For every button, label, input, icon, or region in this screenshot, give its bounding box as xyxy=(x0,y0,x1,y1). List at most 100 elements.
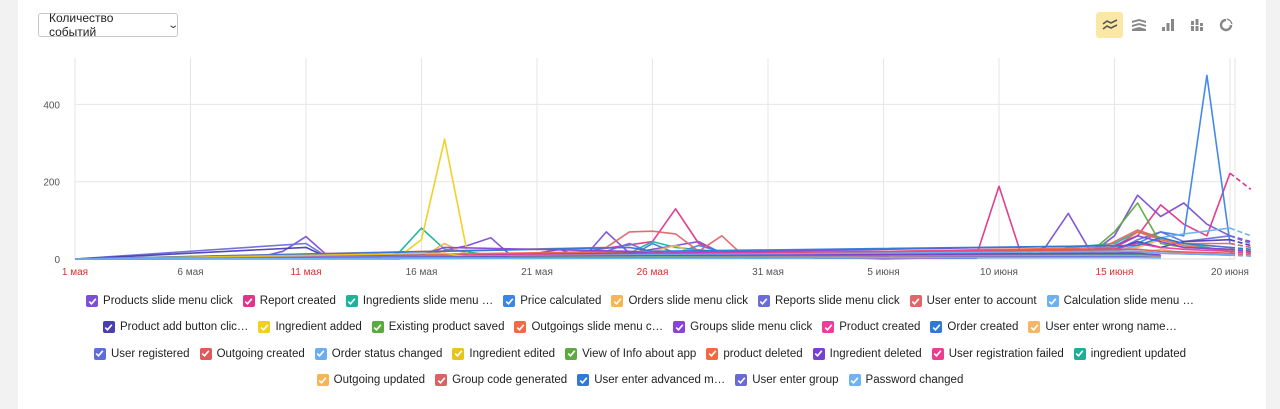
x-tick-label: 15 июня xyxy=(1096,267,1134,278)
x-tick-label: 26 мая xyxy=(637,267,669,278)
checkbox-checked-icon[interactable] xyxy=(812,347,825,360)
series-line-forecast xyxy=(1229,254,1251,257)
legend-label: User registration failed xyxy=(948,347,1064,360)
legend-item[interactable]: Products slide menu click xyxy=(86,295,233,308)
legend-label: Product add button clic… xyxy=(119,321,249,334)
legend-label: Groups slide menu click xyxy=(690,321,813,334)
legend-label: User enter advanced m… xyxy=(594,374,726,387)
legend-label: product deleted xyxy=(723,347,803,360)
legend-item[interactable]: Product add button clic… xyxy=(102,321,249,334)
legend-label: Product created xyxy=(839,321,921,334)
legend-item[interactable]: Calculation slide menu … xyxy=(1046,295,1194,308)
legend-item[interactable]: product deleted xyxy=(706,347,803,360)
legend-item[interactable]: Orders slide menu click xyxy=(611,295,748,308)
line-chart: 0 200 400 1 мая 6 мая 11 мая 16 мая 21 мая 26 ма… xyxy=(43,58,1252,278)
legend-label: Group code generated xyxy=(452,374,568,387)
checkbox-checked-icon[interactable] xyxy=(1046,295,1059,308)
legend-item[interactable]: Order created xyxy=(930,321,1018,334)
checkbox-checked-icon[interactable] xyxy=(258,321,271,334)
legend-label: Orders slide menu click xyxy=(628,295,748,308)
checkbox-checked-icon[interactable] xyxy=(199,347,212,360)
checkbox-checked-icon[interactable] xyxy=(514,321,527,334)
legend-label: Ingredient edited xyxy=(469,347,556,360)
legend-item[interactable]: Password changed xyxy=(848,374,963,387)
checkbox-checked-icon[interactable] xyxy=(503,295,516,308)
legend-label: Products slide menu click xyxy=(103,295,233,308)
legend-label: Existing product saved xyxy=(388,321,505,334)
series-line xyxy=(74,138,491,260)
legend-item[interactable]: Groups slide menu click xyxy=(673,321,813,334)
legend-item[interactable]: ingredient updated xyxy=(1073,347,1187,360)
checkbox-checked-icon[interactable] xyxy=(565,347,578,360)
legend-item[interactable]: Ingredients slide menu … xyxy=(345,295,493,308)
legend-label: Ingredient deleted xyxy=(829,347,922,360)
checkbox-checked-icon[interactable] xyxy=(371,321,384,334)
checkbox-checked-icon[interactable] xyxy=(577,374,590,387)
checkbox-checked-icon[interactable] xyxy=(611,295,624,308)
legend-label: User enter group xyxy=(752,374,839,387)
checkbox-checked-icon[interactable] xyxy=(1028,321,1041,334)
checkbox-checked-icon[interactable] xyxy=(242,295,255,308)
legend-label: ingredient updated xyxy=(1090,347,1187,360)
legend-label: Outgoings slide menu c… xyxy=(531,321,664,334)
legend-item[interactable]: Reports slide menu click xyxy=(757,295,900,308)
checkbox-checked-icon[interactable] xyxy=(316,374,329,387)
legend-item[interactable]: User registration failed xyxy=(931,347,1064,360)
legend-item[interactable]: User enter wrong name… xyxy=(1028,321,1178,334)
checkbox-checked-icon[interactable] xyxy=(822,321,835,334)
checkbox-checked-icon[interactable] xyxy=(706,347,719,360)
checkbox-checked-icon[interactable] xyxy=(314,347,327,360)
legend-label: User enter wrong name… xyxy=(1045,321,1178,334)
checkbox-checked-icon[interactable] xyxy=(345,295,358,308)
legend-item[interactable]: Outgoing updated xyxy=(316,374,426,387)
legend-item[interactable]: Price calculated xyxy=(503,295,601,308)
legend-row: User registered Outgoing created Order sta… xyxy=(45,341,1235,367)
checkbox-checked-icon[interactable] xyxy=(931,347,944,360)
checkbox-checked-icon[interactable] xyxy=(673,321,686,334)
legend-item[interactable]: Report created xyxy=(242,295,336,308)
x-tick-label: 5 июня xyxy=(867,267,899,278)
legend-item[interactable]: User enter to account xyxy=(909,295,1037,308)
checkbox-checked-icon[interactable] xyxy=(757,295,770,308)
legend-label: User enter to account xyxy=(926,295,1037,308)
legend-label: Calculation slide menu … xyxy=(1063,295,1194,308)
legend-item[interactable]: User enter advanced m… xyxy=(577,374,726,387)
series-line-forecast xyxy=(1229,227,1252,237)
x-tick-label: 21 мая xyxy=(521,267,553,278)
checkbox-checked-icon[interactable] xyxy=(909,295,922,308)
checkbox-checked-icon[interactable] xyxy=(930,321,943,334)
legend-item[interactable]: User registered xyxy=(93,347,190,360)
y-tick-label: 200 xyxy=(43,178,60,189)
legend-item[interactable]: Outgoings slide menu c… xyxy=(514,321,664,334)
checkbox-checked-icon[interactable] xyxy=(86,295,99,308)
legend-label: Order status changed xyxy=(331,347,443,360)
legend-item[interactable]: Order status changed xyxy=(314,347,443,360)
legend-item[interactable]: Ingredient deleted xyxy=(812,347,922,360)
legend-item[interactable]: Outgoing created xyxy=(199,347,305,360)
checkbox-checked-icon[interactable] xyxy=(735,374,748,387)
legend-label: Reports slide menu click xyxy=(774,295,900,308)
legend-item[interactable]: Ingredient added xyxy=(258,321,362,334)
checkbox-checked-icon[interactable] xyxy=(452,347,465,360)
checkbox-checked-icon[interactable] xyxy=(435,374,448,387)
legend-label: Outgoing updated xyxy=(333,374,426,387)
x-tick-label: 1 мая xyxy=(62,267,88,278)
legend-row: Products slide menu click Report created I… xyxy=(45,288,1235,314)
checkbox-checked-icon[interactable] xyxy=(848,374,861,387)
legend-item[interactable]: View of Info about app xyxy=(565,347,696,360)
checkbox-checked-icon[interactable] xyxy=(102,321,115,334)
y-tick-label: 0 xyxy=(54,255,60,266)
legend-item[interactable]: Product created xyxy=(822,321,921,334)
y-tick-label: 400 xyxy=(43,100,60,111)
legend-item[interactable]: Group code generated xyxy=(435,374,568,387)
checkbox-checked-icon[interactable] xyxy=(93,347,106,360)
legend-item[interactable]: Existing product saved xyxy=(371,321,505,334)
legend-item[interactable]: User enter group xyxy=(735,374,839,387)
x-tick-label: 6 мая xyxy=(177,267,203,278)
legend-item[interactable]: Ingredient edited xyxy=(452,347,556,360)
legend-label: Ingredient added xyxy=(275,321,362,334)
checkbox-checked-icon[interactable] xyxy=(1073,347,1086,360)
legend-row: Outgoing updated Group code generated User… xyxy=(45,367,1235,393)
x-tick-label: 11 мая xyxy=(290,267,321,278)
legend-label: Report created xyxy=(259,295,336,308)
